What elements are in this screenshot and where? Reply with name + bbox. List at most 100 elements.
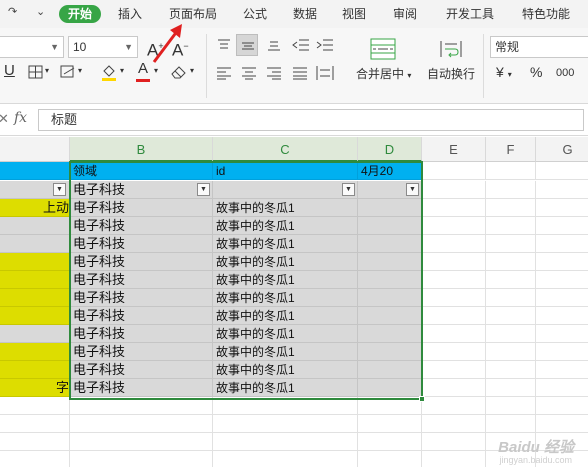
empty-cell[interactable] [486,162,536,180]
table-cell-a[interactable] [0,235,70,253]
filter-dropdown-icon[interactable]: ▼ [197,183,210,196]
align-top-icon[interactable] [216,38,232,52]
align-center-icon[interactable] [241,66,257,80]
empty-cell[interactable] [422,253,486,271]
percent-button[interactable]: % [530,64,542,80]
empty-cell[interactable] [422,343,486,361]
empty-cell[interactable] [70,415,213,433]
tab-formula[interactable]: 公式 [243,5,267,23]
table-cell-b[interactable]: 电子科技 [70,235,213,253]
header-cell-a[interactable] [0,162,70,180]
empty-cell[interactable] [536,271,588,289]
empty-cell[interactable] [536,199,588,217]
empty-cell[interactable] [70,397,213,415]
font-name-dropdown[interactable]: ▼ [0,36,64,58]
align-bottom-icon[interactable] [266,38,282,52]
font-size-dropdown[interactable]: 10 ▼ [68,36,138,58]
underline-button[interactable]: U [4,63,15,79]
table-cell-d[interactable] [358,199,422,217]
empty-cell[interactable] [422,361,486,379]
filter-cell-a[interactable]: ▼ [0,181,70,199]
empty-cell[interactable] [536,415,588,433]
empty-cell[interactable] [422,199,486,217]
column-header-a[interactable] [0,137,70,162]
header-cell-d[interactable]: 4月20 [358,162,422,180]
table-cell-d[interactable] [358,379,422,397]
increase-indent-icon[interactable] [316,38,334,52]
empty-cell[interactable] [486,235,536,253]
table-cell-d[interactable] [358,271,422,289]
empty-cell[interactable] [422,289,486,307]
empty-cell[interactable] [0,397,70,415]
thousands-button[interactable]: 000 [556,65,574,81]
table-cell-c[interactable]: 故事中的冬瓜1 [213,199,358,217]
tab-page-layout[interactable]: 页面布局 [169,5,217,23]
empty-cell[interactable] [422,162,486,180]
empty-cell[interactable] [536,217,588,235]
empty-cell[interactable] [213,397,358,415]
table-cell-d[interactable] [358,235,422,253]
column-header-e[interactable]: E [422,137,486,162]
borders-icon[interactable] [28,65,43,79]
table-cell-a[interactable] [0,361,70,379]
empty-cell[interactable] [486,217,536,235]
empty-cell[interactable] [486,289,536,307]
table-cell-c[interactable]: 故事中的冬瓜1 [213,253,358,271]
table-cell-a[interactable] [0,343,70,361]
table-cell-b[interactable]: 电子科技 [70,217,213,235]
column-header-g[interactable]: G [536,137,588,162]
empty-cell[interactable] [536,361,588,379]
empty-cell[interactable] [0,415,70,433]
table-cell-b[interactable]: 电子科技 [70,379,213,397]
table-cell-b[interactable]: 电子科技 [70,325,213,343]
chevron-down-icon[interactable]: ▾ [78,63,82,79]
table-cell-a[interactable] [0,325,70,343]
fill-handle[interactable] [419,396,425,402]
fill-color-icon[interactable] [100,63,118,81]
table-cell-a[interactable] [0,271,70,289]
align-left-icon[interactable] [216,66,232,80]
font-color-button[interactable]: A [138,61,148,77]
table-cell-b[interactable]: 电子科技 [70,253,213,271]
empty-cell[interactable] [70,433,213,451]
column-header-c[interactable]: C [213,137,358,162]
empty-cell[interactable] [358,451,422,467]
empty-cell[interactable] [536,343,588,361]
empty-cell[interactable] [422,451,486,467]
empty-cell[interactable] [0,451,70,467]
wrap-text-icon[interactable] [438,38,464,60]
empty-cell[interactable] [358,433,422,451]
filter-dropdown-icon[interactable]: ▼ [53,183,66,196]
empty-cell[interactable] [486,415,536,433]
table-cell-b[interactable]: 电子科技 [70,289,213,307]
empty-cell[interactable] [422,415,486,433]
table-cell-a[interactable]: 字 [0,379,70,397]
table-cell-a[interactable] [0,253,70,271]
table-cell-d[interactable] [358,343,422,361]
tab-view[interactable]: 视图 [342,5,366,23]
table-cell-c[interactable]: 故事中的冬瓜1 [213,343,358,361]
align-right-icon[interactable] [266,66,282,80]
table-cell-d[interactable] [358,253,422,271]
table-cell-d[interactable] [358,361,422,379]
cancel-icon[interactable]: ✕ [0,111,9,127]
tab-special[interactable]: 特色功能 [522,5,570,23]
empty-cell[interactable] [422,217,486,235]
table-cell-d[interactable] [358,307,422,325]
table-cell-b[interactable]: 电子科技 [70,271,213,289]
empty-cell[interactable] [536,379,588,397]
empty-cell[interactable] [536,397,588,415]
table-cell-b[interactable]: 电子科技 [70,199,213,217]
empty-cell[interactable] [486,271,536,289]
empty-cell[interactable] [213,451,358,467]
redo-icon[interactable]: ↷ [8,5,17,18]
column-header-d[interactable]: D [358,137,422,162]
table-cell-c[interactable]: 故事中的冬瓜1 [213,235,358,253]
empty-cell[interactable] [358,397,422,415]
tab-review[interactable]: 审阅 [393,5,417,23]
merge-center-button[interactable]: 合并居中 ▾ [356,66,411,84]
tab-home[interactable]: 开始 [59,5,102,23]
table-cell-c[interactable]: 故事中的冬瓜1 [213,271,358,289]
empty-cell[interactable] [536,235,588,253]
table-cell-b[interactable]: 电子科技 [70,343,213,361]
